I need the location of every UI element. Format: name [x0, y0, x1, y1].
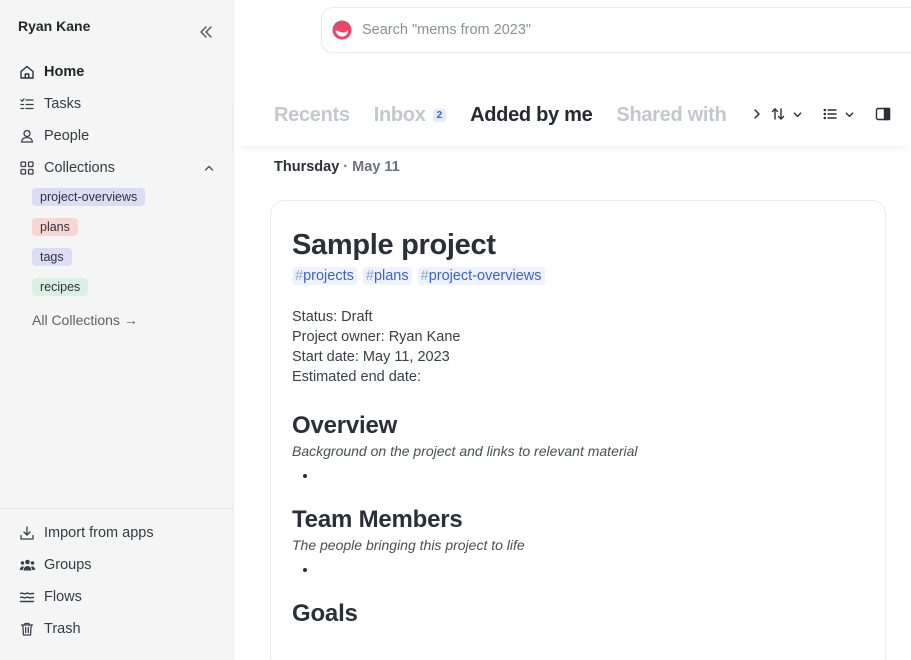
sidebar-item-label: Groups: [44, 557, 92, 573]
collection-chip-plans[interactable]: plans: [32, 218, 78, 236]
sidebar-item-label: Import from apps: [44, 525, 154, 541]
grid-icon: [18, 159, 36, 177]
sidebar-item-label: Trash: [44, 621, 81, 637]
tab-label: Added by me: [470, 104, 593, 126]
mem-tag-label: project-overviews: [428, 268, 542, 284]
sidebar-item-import[interactable]: Import from apps: [0, 517, 234, 549]
toggle-side-panel-button[interactable]: [874, 106, 892, 126]
hash-icon: #: [420, 268, 429, 284]
sidebar: Ryan Kane Home Tasks People Collections …: [0, 0, 234, 660]
chevron-right-icon: [751, 107, 763, 125]
sidebar-item-trash[interactable]: Trash: [0, 613, 234, 645]
collection-chip-recipes[interactable]: recipes: [32, 278, 89, 296]
collections-list: project-overviews plans tags recipes: [0, 184, 234, 304]
sidebar-item-home[interactable]: Home: [0, 56, 234, 88]
group-icon: [18, 556, 36, 574]
mem-tag-label: projects: [303, 268, 354, 284]
chevron-down-icon: [792, 107, 803, 125]
section-overview: Overview Background on the project and l…: [292, 411, 864, 483]
tab-label: Shared with: [616, 104, 727, 126]
tab-added-by-me[interactable]: Added by me: [470, 104, 593, 127]
empty-bullet[interactable]: [318, 561, 864, 577]
tabs-bar: Recents Inbox 2 Added by me Shared with: [235, 90, 911, 146]
hash-icon: #: [295, 268, 304, 284]
inbox-count-badge: 2: [432, 109, 447, 122]
tabs: Recents Inbox 2 Added by me Shared with: [274, 104, 744, 127]
checklist-icon: [18, 95, 36, 113]
sidebar-bottom-nav: Import from apps Groups Flows Trash: [0, 517, 234, 645]
mem-card[interactable]: Sample project #projects #plans #project…: [270, 200, 886, 660]
date-day: Thursday: [274, 159, 340, 175]
sidebar-item-flows[interactable]: Flows: [0, 581, 234, 613]
trash-icon: [18, 620, 36, 638]
hash-icon: #: [365, 268, 374, 284]
meta-end-date: Estimated end date:: [292, 369, 421, 385]
bullet-list: [318, 561, 864, 577]
double-chevron-left-icon: [198, 24, 214, 45]
sort-arrows-icon: [770, 106, 786, 127]
section-team-members: Team Members The people bringing this pr…: [292, 505, 864, 577]
sidebar-nav: Home Tasks People Collections project-ov…: [0, 56, 234, 332]
download-icon: [18, 524, 36, 542]
home-icon: [18, 63, 36, 81]
mem-tag-projects[interactable]: #projects: [292, 267, 357, 285]
tab-inbox[interactable]: Inbox 2: [373, 104, 447, 127]
sidebar-item-label: Tasks: [44, 96, 82, 112]
bullet-list: [318, 467, 864, 483]
sidebar-item-collections[interactable]: Collections: [0, 152, 234, 184]
section-goals: Goals: [292, 599, 864, 629]
tab-shared-with[interactable]: Shared with: [616, 104, 726, 127]
chevron-up-icon[interactable]: [202, 161, 216, 175]
section-heading: Overview: [292, 412, 398, 439]
search-input[interactable]: [362, 22, 842, 38]
tab-label: Inbox: [373, 104, 426, 126]
mem-tags: #projects #plans #project-overviews: [292, 267, 864, 285]
meta-status: Status: Draft: [292, 309, 373, 325]
sidebar-item-groups[interactable]: Groups: [0, 549, 234, 581]
mem-tag-plans[interactable]: #plans: [362, 267, 412, 285]
search-bar[interactable]: [321, 7, 911, 53]
tab-label: Recents: [274, 104, 350, 126]
tab-recents[interactable]: Recents: [274, 104, 350, 127]
sort-button[interactable]: [770, 106, 803, 126]
sidebar-item-label: Collections: [44, 160, 115, 176]
meta-project-owner: Project owner: Ryan Kane: [292, 329, 461, 345]
empty-bullet[interactable]: [318, 467, 864, 483]
mem-metadata: Status: Draft Project owner: Ryan Kane S…: [292, 307, 864, 387]
user-name[interactable]: Ryan Kane: [18, 18, 90, 34]
waves-icon: [18, 588, 36, 606]
section-subtitle: Background on the project and links to r…: [292, 443, 638, 459]
view-mode-button[interactable]: [822, 106, 855, 126]
section-heading: Goals: [292, 600, 358, 627]
date-group-heading: Thursday · May 11: [274, 159, 400, 175]
side-panel-icon: [875, 107, 891, 126]
collection-chip-project-overviews[interactable]: project-overviews: [32, 188, 146, 206]
date-value: May 11: [352, 159, 400, 175]
main-content: Recents Inbox 2 Added by me Shared with: [235, 0, 911, 660]
chevron-down-icon: [844, 107, 855, 125]
sidebar-divider: [0, 508, 234, 509]
collapse-sidebar-button[interactable]: [196, 24, 216, 44]
tabs-scroll-right-button[interactable]: [749, 108, 765, 124]
mem-logo-icon: [332, 20, 352, 40]
mem-tag-project-overviews[interactable]: #project-overviews: [417, 267, 545, 285]
all-collections-link[interactable]: All Collections →: [0, 308, 234, 332]
collection-chip-tags[interactable]: tags: [32, 248, 72, 266]
sidebar-item-people[interactable]: People: [0, 120, 234, 152]
meta-start-date: Start date: May 11, 2023: [292, 349, 450, 365]
list-view-icon: [822, 106, 838, 127]
mem-tag-label: plans: [373, 268, 409, 284]
mem-title: Sample project: [292, 229, 496, 261]
person-icon: [18, 127, 36, 145]
sidebar-item-tasks[interactable]: Tasks: [0, 88, 234, 120]
sidebar-item-label: People: [44, 128, 90, 144]
section-subtitle: The people bringing this project to life: [292, 537, 525, 553]
sidebar-item-label: Flows: [44, 589, 82, 605]
sidebar-item-label: Home: [44, 64, 85, 80]
date-separator: ·: [343, 159, 349, 175]
section-heading: Team Members: [292, 506, 463, 533]
